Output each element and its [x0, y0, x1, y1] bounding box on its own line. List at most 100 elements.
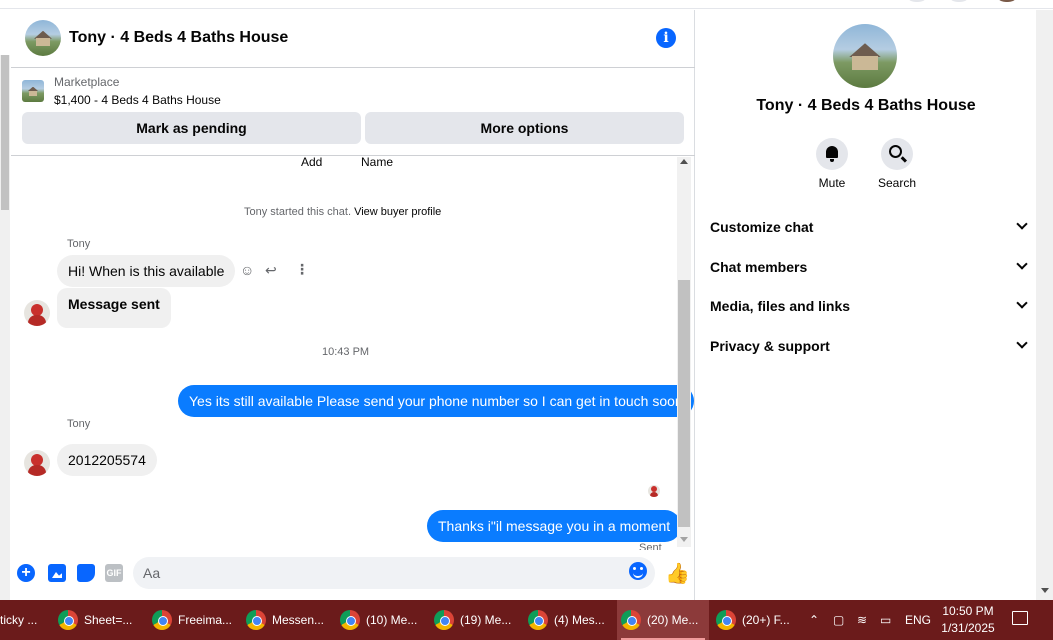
marketplace-label: Marketplace	[54, 75, 120, 89]
section-privacy-support[interactable]: Privacy & support	[710, 331, 1028, 361]
scroll-thumb[interactable]	[1, 55, 9, 210]
avatar[interactable]	[24, 300, 50, 326]
seen-avatar	[648, 485, 660, 497]
info-avatar[interactable]	[833, 24, 897, 88]
gif-icon[interactable]: GIF	[105, 564, 123, 582]
mark-as-pending-button[interactable]: Mark as pending	[22, 112, 361, 144]
section-label: Media, files and links	[710, 298, 851, 314]
mute-button[interactable]: Mute	[802, 138, 862, 190]
scroll-down-arrow[interactable]	[1041, 588, 1049, 593]
sent-status: Sent	[639, 542, 662, 550]
top-avatar[interactable]	[904, 0, 930, 2]
section-customize-chat[interactable]: Customize chat	[710, 212, 1028, 242]
bell-icon[interactable]	[816, 138, 848, 170]
system-text: Tony started this chat.	[244, 206, 351, 218]
mute-label: Mute	[818, 176, 846, 190]
taskbar-label: Sheet=...	[84, 613, 133, 627]
marketplace-banner: Marketplace $1,400 - 4 Beds 4 Baths Hous…	[11, 68, 695, 156]
timestamp: 10:43 PM	[322, 346, 370, 358]
chrome-icon	[58, 610, 78, 630]
language-indicator[interactable]: ENG	[905, 600, 931, 640]
taskbar-label: (20) Me...	[647, 613, 699, 627]
section-label: Customize chat	[710, 219, 814, 235]
listing-thumbnail[interactable]	[22, 80, 44, 102]
search-icon[interactable]	[881, 138, 913, 170]
section-media-files-links[interactable]: Media, files and links	[710, 291, 1028, 321]
taskbar-item[interactable]: Freeima...	[148, 600, 238, 640]
incoming-message[interactable]: Hi! When is this available	[57, 255, 236, 287]
message-list: Add Name Tony started this chat. View bu…	[11, 157, 695, 550]
name-label[interactable]: Name	[361, 157, 393, 169]
chevron-down-icon	[1016, 218, 1028, 230]
chat-info-panel: Tony · 4 Beds 4 Baths House Mute Search …	[696, 10, 1036, 600]
chrome-icon	[716, 610, 736, 630]
chrome-icon	[434, 610, 454, 630]
photo-icon[interactable]	[48, 564, 66, 582]
message-input[interactable]	[143, 564, 613, 582]
battery-icon[interactable]: ▭	[880, 600, 891, 640]
avatar[interactable]	[24, 450, 50, 476]
emoji-icon[interactable]	[629, 562, 647, 580]
search-label: Search	[877, 176, 917, 190]
taskbar-label: ticky ...	[0, 613, 38, 627]
sender-name: Tony	[67, 418, 91, 430]
chat-scrollbar[interactable]	[677, 157, 691, 547]
sticker-icon[interactable]	[77, 564, 95, 582]
chevron-down-icon	[1016, 258, 1028, 270]
taskbar-item-active[interactable]: (20) Me...	[617, 600, 709, 640]
top-avatar[interactable]	[994, 0, 1020, 2]
show-hidden-icons[interactable]: ⌃	[809, 600, 819, 640]
notification-icon[interactable]	[1012, 611, 1028, 625]
outgoing-message[interactable]: Yes its still available Please send your…	[178, 385, 694, 417]
chrome-icon	[152, 610, 172, 630]
scroll-thumb[interactable]	[678, 280, 690, 527]
taskbar-item[interactable]: (4) Mes...	[524, 600, 614, 640]
section-chat-members[interactable]: Chat members	[710, 252, 1028, 282]
outgoing-message[interactable]: Thanks i"il message you in a moment	[427, 510, 682, 542]
section-label: Chat members	[710, 259, 808, 275]
search-button[interactable]: Search	[867, 138, 927, 190]
taskbar-label: Freeima...	[178, 613, 233, 627]
chat-title[interactable]: Tony · 4 Beds 4 Baths House	[69, 29, 288, 47]
clock-time: 10:50 PM	[942, 604, 994, 618]
top-avatar[interactable]	[946, 0, 972, 2]
scroll-down-arrow[interactable]	[680, 537, 688, 542]
top-divider	[0, 8, 1053, 9]
more-icon[interactable]: ⋮	[295, 261, 309, 278]
taskbar-item[interactable]: (10) Me...	[336, 600, 426, 640]
view-buyer-profile-link[interactable]: View buyer profile	[354, 206, 441, 218]
wifi-icon[interactable]: ≋	[857, 600, 867, 640]
listing-title[interactable]: $1,400 - 4 Beds 4 Baths House	[54, 93, 221, 107]
scroll-up-arrow[interactable]	[680, 159, 688, 164]
page-right-scrollbar[interactable]	[1036, 10, 1053, 600]
plus-icon[interactable]: +	[17, 564, 35, 582]
system-message: Tony started this chat. View buyer profi…	[244, 206, 441, 218]
react-icon[interactable]: ☺	[240, 262, 254, 278]
chevron-down-icon	[1016, 337, 1028, 349]
add-label[interactable]: Add	[301, 157, 322, 169]
meet-icon[interactable]: ▢	[833, 600, 844, 640]
more-options-button[interactable]: More options	[365, 112, 684, 144]
chat-header: Tony · 4 Beds 4 Baths House i	[11, 10, 695, 68]
clock-date: 1/31/2025	[941, 621, 995, 635]
taskbar-item[interactable]: (19) Me...	[430, 600, 520, 640]
sender-name: Tony	[67, 238, 91, 250]
message-input-wrapper	[133, 557, 655, 589]
incoming-message[interactable]: Message sent	[57, 288, 171, 328]
taskbar-label: (4) Mes...	[554, 613, 605, 627]
chrome-icon	[340, 610, 360, 630]
clock[interactable]: 10:50 PM 1/31/2025	[936, 603, 1000, 637]
taskbar-item[interactable]: ticky ...	[0, 600, 50, 640]
chrome-icon	[528, 610, 548, 630]
taskbar-label: Messen...	[272, 613, 325, 627]
reply-icon[interactable]: ↩	[265, 262, 277, 279]
taskbar-item[interactable]: (20+) F...	[712, 600, 804, 640]
page-left-scrollbar[interactable]	[0, 55, 10, 600]
thumbs-up-icon[interactable]: 👍	[665, 561, 690, 586]
chat-window: Tony · 4 Beds 4 Baths House i Marketplac…	[11, 10, 695, 600]
incoming-message[interactable]: 2012205574	[57, 444, 157, 476]
taskbar-item[interactable]: Messen...	[242, 600, 332, 640]
info-icon[interactable]: i	[656, 28, 676, 48]
taskbar-item[interactable]: Sheet=...	[54, 600, 144, 640]
chat-avatar[interactable]	[25, 20, 61, 56]
